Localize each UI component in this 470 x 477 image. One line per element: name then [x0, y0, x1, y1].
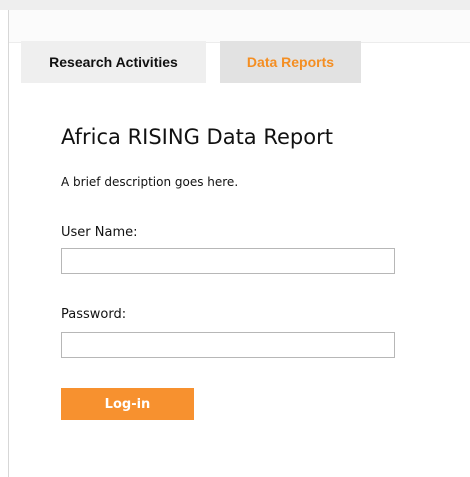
login-button[interactable]: Log-in [61, 388, 194, 420]
password-input[interactable] [61, 332, 395, 358]
username-input[interactable] [61, 248, 395, 274]
tab-research-activities[interactable]: Research Activities [21, 41, 206, 83]
password-label: Password: [61, 307, 127, 322]
tab-data-reports-label: Data Reports [246, 54, 335, 70]
page-title: Africa RISING Data Report [61, 125, 333, 149]
page-description: A brief description goes here. [61, 175, 239, 189]
tab-data-reports[interactable]: Data Reports [220, 41, 361, 83]
panel-header-strip [9, 10, 470, 43]
username-label: User Name: [61, 225, 138, 240]
browser-top-strip [0, 0, 470, 10]
tab-research-activities-label: Research Activities [49, 54, 178, 70]
main-panel: Research Activities Data Reports Africa … [9, 10, 470, 477]
